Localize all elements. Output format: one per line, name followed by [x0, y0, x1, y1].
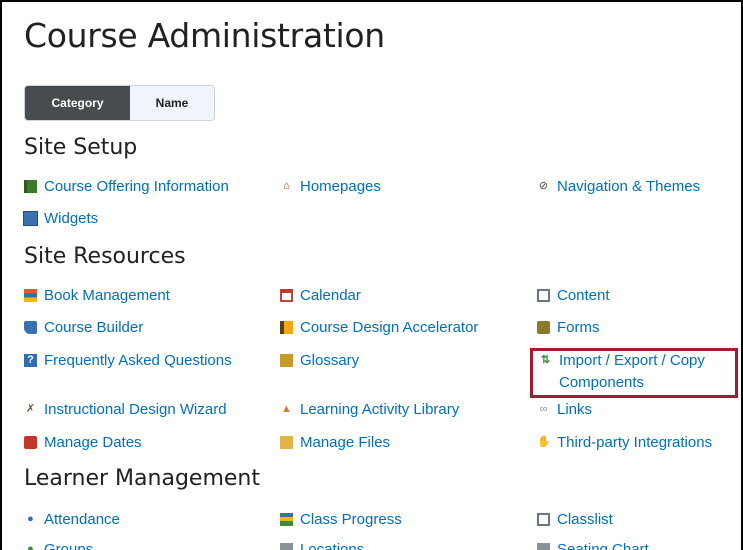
link-label: Manage Dates	[44, 434, 142, 451]
link-label: Book Management	[44, 287, 170, 304]
link-calendar[interactable]: Calendar	[280, 287, 361, 304]
link-learning-activity-library[interactable]: ▲ Learning Activity Library	[280, 401, 459, 418]
link-instructional-design-wizard[interactable]: ✗ Instructional Design Wizard	[24, 401, 227, 418]
link-navigation-themes[interactable]: ⊘ Navigation & Themes	[537, 178, 700, 195]
link-course-builder[interactable]: Course Builder	[24, 319, 143, 336]
activity-library-icon: ▲	[281, 403, 292, 415]
integrations-icon: ✋	[537, 436, 551, 448]
link-locations[interactable]: Locations	[280, 541, 364, 550]
link-homepages[interactable]: ⌂ Homepages	[280, 178, 381, 195]
section-heading-site-setup: Site Setup	[24, 135, 138, 160]
link-attendance[interactable]: ● Attendance	[24, 511, 120, 528]
glossary-icon	[280, 354, 293, 367]
link-groups[interactable]: ● Groups	[24, 541, 93, 550]
link-book-management[interactable]: Book Management	[24, 287, 170, 304]
link-label: Navigation & Themes	[557, 178, 701, 195]
navigation-icon: ⊘	[538, 180, 549, 192]
category-view-button[interactable]: Category	[25, 86, 130, 120]
link-seating-chart[interactable]: Seating Chart	[537, 541, 649, 550]
seating-chart-icon	[537, 543, 550, 550]
link-label: Learning Activity Library	[300, 401, 460, 418]
book-icon	[24, 180, 37, 193]
forms-icon	[537, 321, 550, 334]
link-label: Course Design Accelerator	[300, 319, 479, 336]
link-label: Attendance	[44, 511, 120, 528]
link-label: Manage Files	[300, 434, 391, 451]
view-toggle: Category Name	[24, 85, 215, 121]
link-label: Links	[557, 401, 593, 418]
link-label: Calendar	[300, 287, 361, 304]
link-label: Course Builder	[44, 319, 144, 336]
accelerator-icon	[280, 321, 293, 334]
attendance-icon: ●	[27, 513, 34, 525]
link-label: Seating Chart	[557, 541, 649, 550]
link-label: Frequently Asked Questions	[44, 352, 232, 369]
faq-icon: ?	[24, 354, 37, 367]
section-heading-site-resources: Site Resources	[24, 244, 186, 269]
link-course-offering-information[interactable]: Course Offering Information	[24, 178, 229, 195]
dates-icon	[24, 436, 37, 449]
link-label: Content	[557, 287, 610, 304]
link-classlist[interactable]: Classlist	[537, 511, 613, 528]
home-icon: ⌂	[283, 180, 290, 192]
link-label: Forms	[557, 319, 600, 336]
link-label: Groups	[44, 541, 94, 550]
link-forms[interactable]: Forms	[537, 319, 600, 336]
link-label: Instructional Design Wizard	[44, 401, 227, 418]
link-label: Locations	[300, 541, 365, 550]
link-links[interactable]: ∞ Links	[537, 401, 592, 418]
link-widgets[interactable]: Widgets	[23, 210, 99, 227]
link-third-party-integrations[interactable]: ✋ Third-party Integrations	[537, 434, 712, 451]
link-label: Classlist	[557, 511, 613, 528]
classlist-icon	[537, 513, 550, 526]
link-glossary[interactable]: Glossary	[280, 352, 359, 369]
link-label: Glossary	[300, 352, 360, 369]
groups-icon: ●	[27, 543, 34, 550]
link-manage-dates[interactable]: Manage Dates	[24, 434, 142, 451]
widget-icon	[23, 211, 38, 226]
folder-icon	[280, 436, 293, 449]
link-label: Class Progress	[300, 511, 402, 528]
locations-icon	[280, 543, 293, 550]
course-administration-panel: Course Administration Category Name Site…	[0, 0, 743, 550]
builder-icon	[24, 321, 37, 334]
name-view-button[interactable]: Name	[130, 86, 214, 120]
link-content[interactable]: Content	[537, 287, 610, 304]
page-title: Course Administration	[24, 16, 385, 55]
highlight-box	[530, 348, 738, 398]
link-label: Widgets	[44, 210, 99, 227]
links-icon: ∞	[539, 403, 548, 415]
link-manage-files[interactable]: Manage Files	[280, 434, 390, 451]
book-stack-icon	[24, 289, 37, 302]
link-label: Third-party Integrations	[557, 434, 713, 451]
calendar-icon	[280, 289, 293, 302]
link-frequently-asked-questions[interactable]: ? Frequently Asked Questions	[24, 352, 232, 369]
content-icon	[537, 289, 550, 302]
link-label: Course Offering Information	[44, 178, 229, 195]
link-class-progress[interactable]: Class Progress	[280, 511, 402, 528]
progress-icon	[280, 513, 293, 526]
section-heading-learner-management: Learner Management	[24, 466, 260, 491]
wizard-icon: ✗	[25, 403, 36, 415]
link-course-design-accelerator[interactable]: Course Design Accelerator	[280, 319, 478, 336]
link-label: Homepages	[300, 178, 381, 195]
